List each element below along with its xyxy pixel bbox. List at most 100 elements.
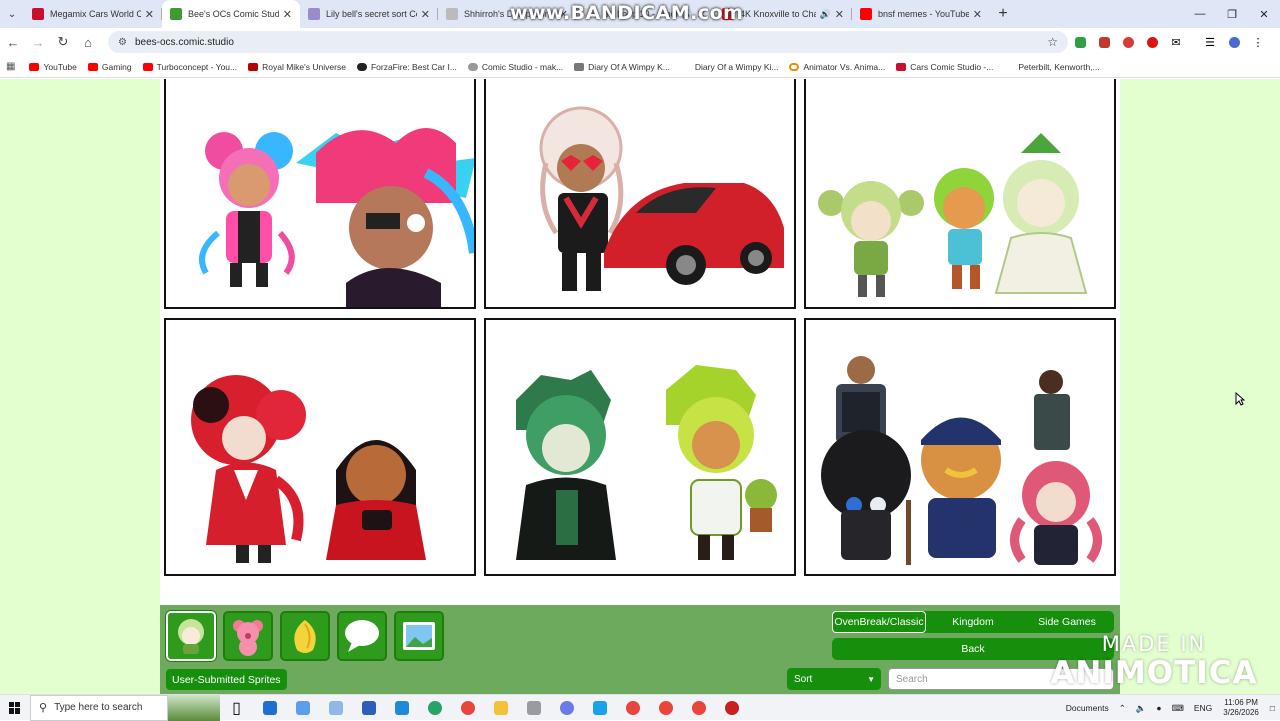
chrome-icon[interactable] [616,695,649,721]
forward-arrow-icon[interactable]: → [26,30,50,54]
edge-icon[interactable] [418,695,451,721]
tab-3[interactable]: Lily bell's secret sort Com ✕ [300,0,438,28]
panel-3-illustration [818,133,1088,297]
url-text[interactable]: bees-ocs.comic.studio [135,37,234,48]
bookmark-item[interactable]: Gaming [87,62,132,72]
green-cookie-icon [178,619,204,654]
speaker-icon[interactable]: 🔈 [1136,703,1147,714]
apps-grid-icon[interactable]: ▦ [6,61,15,72]
word-icon[interactable] [352,695,385,721]
panel-6-illustration [821,356,1102,565]
comic-panel-1[interactable] [164,79,476,309]
bookmark-label: Peterbilt, Kenworth,... [1018,61,1100,72]
tab-close-icon[interactable]: ✕ [973,8,982,21]
restore-icon[interactable]: ❐ [1216,0,1248,28]
extension-red-icon[interactable] [1092,30,1116,54]
bookmark-item[interactable]: Turboconcept - You... [142,62,237,72]
documents-toolbar[interactable]: Documents [1066,703,1109,713]
bookmark-item[interactable]: ForzaFire: Best Car I... [356,61,457,72]
new-tab-button[interactable]: + [990,0,1016,28]
site-icon [1004,62,1015,71]
bookmark-item[interactable]: Cars Comic Studio -... [896,62,993,72]
comic-panel-5[interactable] [484,318,796,576]
notifications-icon[interactable]: □ [1270,703,1275,713]
tab-side-games[interactable]: Side Games [1020,611,1114,633]
clock[interactable]: 11:06 PM 3/26/2026 [1223,698,1259,718]
pinned-app-icon[interactable] [517,695,550,721]
taskbar-search-box[interactable]: ⚲ Type here to search [30,694,168,721]
bookmark-item[interactable]: Comic Studio - mak... [467,62,563,72]
site-icon [467,62,478,71]
comic-panel-6[interactable] [804,318,1116,576]
microphone-icon[interactable]: ● [1156,703,1161,713]
pinned-app-icon[interactable] [583,695,616,721]
back-button[interactable]: Back [832,638,1114,660]
bookmark-item[interactable]: Peterbilt, Kenworth,... [1004,61,1100,72]
extensions-puzzle-icon[interactable]: ✉ [1164,30,1188,54]
menu-dots-icon[interactable]: ⋮ [1246,30,1270,54]
keyboard-icon[interactable]: ⌨ [1172,703,1184,714]
bookmark-item[interactable]: Diary Of A Wimpy K... [574,62,670,72]
close-window-icon[interactable]: ✕ [1248,0,1280,28]
chrome-icon[interactable] [451,695,484,721]
tab-close-icon[interactable]: ✕ [421,8,430,21]
comic-studio-page: User-Submitted Sprites OvenBreak/Classic… [0,79,1280,694]
tab-2[interactable]: Bee's OCs Comic Studio - ✕ [162,0,300,28]
file-explorer-icon[interactable] [484,695,517,721]
chevron-up-icon[interactable]: ⌃ [1119,703,1126,714]
start-button[interactable] [0,695,30,721]
store-icon[interactable] [385,695,418,721]
bookmark-item[interactable]: Animator Vs. Anima... [789,62,885,72]
sprite-category-button[interactable] [337,611,387,661]
recorder-watermark: www.BANDICAM.com [510,2,744,24]
minimize-icon[interactable]: — [1184,0,1216,28]
bookmark-item[interactable]: Diary Of a Wimpy Ki... [680,62,778,72]
bandicam-icon[interactable] [715,695,748,721]
sort-dropdown[interactable]: Sort ▼ [787,668,881,690]
pinned-app-icon[interactable] [286,695,319,721]
reload-icon[interactable]: ↻ [51,30,75,54]
tab-close-icon[interactable]: ✕ [283,8,292,21]
comic-panel-3[interactable] [804,79,1116,309]
extension-shield-icon[interactable] [1068,30,1092,54]
address-bar[interactable]: ⚙ bees-ocs.comic.studio ☆ [108,31,1068,53]
sprite-category-button[interactable] [166,611,216,661]
sprite-category-button[interactable] [280,611,330,661]
sprite-category-button[interactable] [394,611,444,661]
profile-avatar-icon[interactable] [1222,30,1246,54]
speaker-icon[interactable]: 🔊 [820,9,831,20]
pinned-app-icon[interactable] [550,695,583,721]
search-input[interactable] [888,668,1114,690]
sprite-category-button[interactable] [223,611,273,661]
tab-ovenbreak-classic[interactable]: OvenBreak/Classic [832,611,926,633]
task-view-icon[interactable]: ▯ [220,695,253,721]
home-icon[interactable]: ⌂ [76,30,100,54]
media-controls-icon[interactable]: ☰ [1198,30,1222,54]
chrome-icon[interactable] [682,695,715,721]
tab-1[interactable]: Megamix Cars World Con ✕ [24,0,162,28]
bookmark-star-icon[interactable]: ☆ [1047,35,1058,49]
tab-close-icon[interactable]: ✕ [835,8,844,21]
pinned-app-icon[interactable] [253,695,286,721]
bookmark-label: ForzaFire: Best Car I... [370,61,457,72]
pinned-app-icon[interactable] [319,695,352,721]
comic-panel-4[interactable] [164,318,476,576]
chrome-icon[interactable] [649,695,682,721]
search-highlight-image-icon[interactable] [168,694,220,721]
back-arrow-icon[interactable]: ← [1,30,25,54]
extension-opera-icon[interactable] [1140,30,1164,54]
user-submitted-sprites-button[interactable]: User-Submitted Sprites [166,669,287,690]
site-info-icon[interactable]: ⚙ [118,37,127,48]
comic-panel-2[interactable] [484,79,796,309]
tab-7[interactable]: bnsf memes - YouTube ✕ [852,0,990,28]
tab-search-chevron-icon[interactable]: ⌄ [0,0,24,28]
language-indicator[interactable]: ENG [1194,703,1212,713]
panel-5-illustration [516,365,777,560]
youtube-icon [29,62,40,71]
tab-close-icon[interactable]: ✕ [145,8,154,21]
tab-kingdom[interactable]: Kingdom [926,611,1020,633]
bookmark-item[interactable]: Royal Mike's Universe [248,62,346,72]
extension-record-icon[interactable] [1116,30,1140,54]
studio-bottom-bar: User-Submitted Sprites OvenBreak/Classic… [160,605,1120,694]
bookmark-item[interactable]: YouTube [29,62,77,72]
